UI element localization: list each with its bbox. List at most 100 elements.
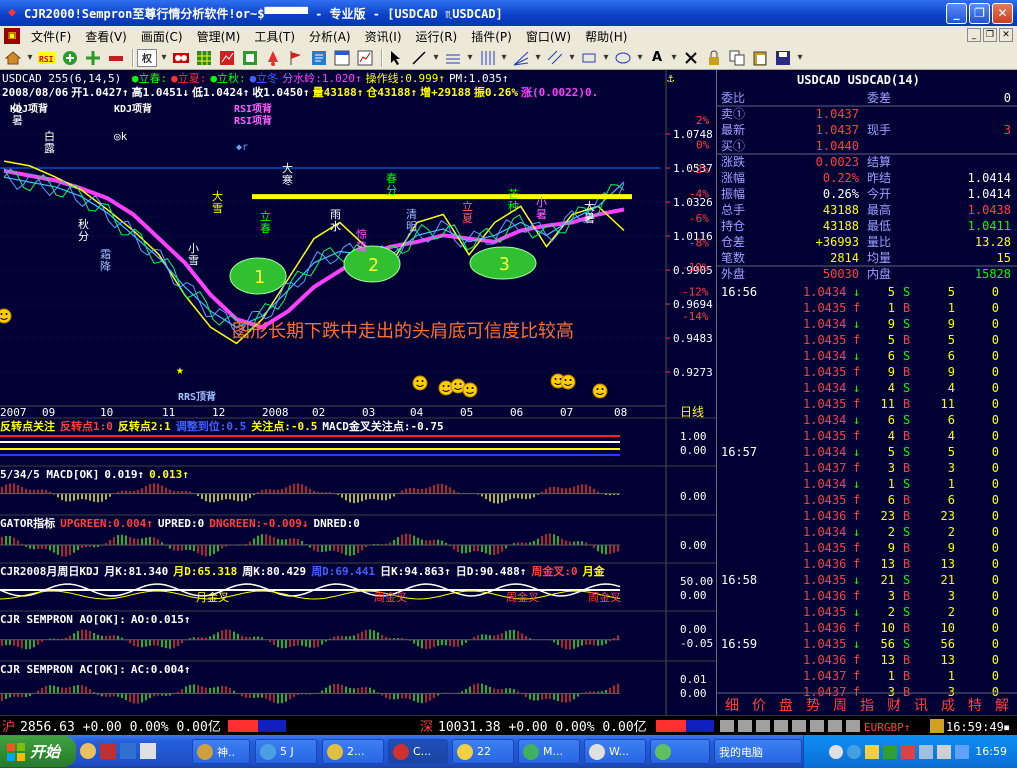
menu-file[interactable]: 文件(F) xyxy=(24,28,78,45)
quick-launch-icon-2[interactable] xyxy=(100,743,116,759)
home-icon[interactable] xyxy=(3,49,23,67)
tick-row[interactable]: 16:59 1.0435 ↓ 56 S 56 0 xyxy=(721,637,999,651)
task-button-1[interactable]: 神.. xyxy=(192,739,250,764)
mdi-minimize-icon[interactable]: _ xyxy=(967,28,981,42)
task-button-6[interactable]: M... xyxy=(518,739,580,764)
quote-tab-6[interactable]: 财 xyxy=(887,698,901,714)
dropdown-arrow-icon[interactable]: ▾ xyxy=(602,49,610,67)
tick-row[interactable]: 1.0435 f 1 B 1 0 xyxy=(803,301,999,315)
dropdown-arrow-icon[interactable]: ▾ xyxy=(534,49,542,67)
tick-row[interactable]: 1.0436 f 13 B 13 0 xyxy=(803,557,999,571)
lock-icon[interactable] xyxy=(704,49,724,67)
tick-row[interactable]: 1.0435 f 6 B 6 0 xyxy=(803,493,999,507)
tick-row[interactable]: 1.0436 f 3 B 3 0 xyxy=(803,589,999,603)
draw-line-icon[interactable] xyxy=(409,49,429,67)
zoom-out-icon[interactable] xyxy=(106,49,126,67)
cursor-arrow-icon[interactable] xyxy=(386,49,406,67)
anchor-icon[interactable]: ⚓ xyxy=(667,71,675,85)
rsi-icon[interactable]: RSI xyxy=(37,49,57,67)
menu-plugins[interactable]: 插件(P) xyxy=(464,28,519,45)
tick-row[interactable]: 1.0435 ↓ 2 S 2 0 xyxy=(803,605,999,619)
tick-row[interactable]: 1.0436 f 13 B 13 0 xyxy=(803,653,999,667)
sub-panels[interactable]: 反转点关注 反转点1:0 反转点2:1 调整到位:0.5 关注点:-0.5 MACD金叉关… xyxy=(0,417,716,704)
status-alert-icon[interactable] xyxy=(930,719,944,733)
dropdown-arrow-icon[interactable]: ▾ xyxy=(568,49,576,67)
quote-tab-3[interactable]: 势 xyxy=(806,698,820,714)
period-label[interactable]: 日线 xyxy=(680,405,704,419)
tick-row[interactable]: 1.0436 f 10 B 10 0 xyxy=(803,621,999,635)
tick-row[interactable]: 1.0435 f 9 B 9 0 xyxy=(803,541,999,555)
quote-tab-9[interactable]: 特 xyxy=(968,698,982,714)
tick-row[interactable]: 1.0437 f 3 B 3 0 xyxy=(803,685,999,699)
title-bar[interactable]: ◆ CJR2000!Sempron至尊行情分析软件!or~$▀▀▀▀▀▀ - 专… xyxy=(0,0,1017,26)
resize-grip-icon[interactable]: ▪ xyxy=(1003,720,1010,734)
menu-run[interactable]: 运行(R) xyxy=(409,28,465,45)
tick-row[interactable]: 1.0436 f 23 B 23 0 xyxy=(803,509,999,523)
chart-svg[interactable]: USDCAD 255(6,14,5) ●立春: ●立夏: ●立秋: ●立冬 分水岭:1.… xyxy=(0,70,716,715)
chart-area[interactable]: USDCAD 255(6,14,5) ●立春: ●立夏: ●立秋: ●立冬 分水岭:1.… xyxy=(0,70,716,715)
close-button[interactable]: ✕ xyxy=(992,3,1013,24)
quote-tab-0[interactable]: 细 xyxy=(725,698,739,714)
tray-icon-2[interactable] xyxy=(847,744,862,759)
grid-icon[interactable] xyxy=(194,49,214,67)
task-button-7[interactable]: W... xyxy=(584,739,646,764)
sub-panel-p6[interactable]: CJR SEMPRON AC[OK]: AC:0.004↑ 0.010.00 xyxy=(0,660,716,704)
task-button-2[interactable]: 5 J xyxy=(255,739,317,764)
task-button-my-computer[interactable]: 我的电脑 xyxy=(714,739,802,764)
info-icon[interactable] xyxy=(309,49,329,67)
tray-icon-3[interactable] xyxy=(865,744,880,759)
tick-row[interactable]: 1.0435 f 5 B 5 0 xyxy=(803,333,999,347)
dropdown-arrow-icon[interactable]: ▾ xyxy=(796,49,804,67)
minimize-button[interactable]: _ xyxy=(946,3,967,24)
sub-panel-p4[interactable]: CJR2008月周日KDJ 月K:81.340 月D:65.318 周K:80.429… xyxy=(0,562,716,604)
pair-ticker[interactable]: EURGBP↑ xyxy=(864,721,910,734)
tick-row[interactable]: 16:56 1.0434 ↓ 5 S 5 0 xyxy=(721,285,999,299)
menu-info[interactable]: 资讯(I) xyxy=(358,28,409,45)
menu-analysis[interactable]: 分析(A) xyxy=(302,28,358,45)
sub-panel-p3[interactable]: GATOR指标 UPGREEN:0.004↑ UPRED:0 DNGREEN:-0.0… xyxy=(0,514,716,557)
rights-button[interactable]: 权 xyxy=(137,48,157,67)
dropdown-arrow-icon[interactable]: ▾ xyxy=(432,49,440,67)
quote-tabs[interactable]: 细价盘势周指财讯成特解 xyxy=(717,692,1017,714)
panel-icon[interactable] xyxy=(240,49,260,67)
dropdown-arrow-icon[interactable]: ▾ xyxy=(26,49,34,67)
dropdown-arrow-icon[interactable]: ▾ xyxy=(670,49,678,67)
alarm-icon[interactable] xyxy=(263,49,283,67)
channel-icon[interactable] xyxy=(545,49,565,67)
sub-panel-p2[interactable]: 5/34/5 MACD[OK] 0.019↑ 0.013↑ 0.00 xyxy=(0,465,716,504)
mdi-restore-icon[interactable]: ❐ xyxy=(983,28,997,42)
quote-tab-2[interactable]: 盘 xyxy=(779,697,793,714)
quote-tab-7[interactable]: 讯 xyxy=(914,698,928,714)
menu-window[interactable]: 窗口(W) xyxy=(519,28,578,45)
dropdown-arrow-icon[interactable]: ▾ xyxy=(500,49,508,67)
tray-icon-6[interactable] xyxy=(919,744,934,759)
horizontal-line-icon[interactable] xyxy=(443,49,463,67)
main-plot[interactable]: 12 3图形长期下跌中走出的头肩底可信度比较高KDJ项背 KDJ项背 RSI项背RSI… xyxy=(0,102,668,403)
tray-icon-4[interactable] xyxy=(883,744,898,759)
flag-icon[interactable] xyxy=(286,49,306,67)
quote-tab-10[interactable]: 解 xyxy=(995,698,1009,714)
quote-tab-1[interactable]: 价 xyxy=(752,698,766,714)
fan-lines-icon[interactable] xyxy=(511,49,531,67)
task-button-3[interactable]: 2... xyxy=(322,739,384,764)
rectangle-icon[interactable] xyxy=(579,49,599,67)
tick-row[interactable]: 1.0437 f 1 B 1 0 xyxy=(803,669,999,683)
sub-panel-p5[interactable]: CJR SEMPRON AO[OK]: AO:0.015↑ 0.00-0.05 xyxy=(0,610,716,650)
dropdown-arrow-icon[interactable]: ▾ xyxy=(466,49,474,67)
sh-index-label[interactable]: 沪 xyxy=(2,719,15,735)
paste-icon[interactable] xyxy=(750,49,770,67)
quote-tab-5[interactable]: 指 xyxy=(860,698,874,714)
quote-tab-8[interactable]: 成 xyxy=(941,698,955,714)
zoom-in-icon[interactable] xyxy=(60,49,80,67)
menu-tools[interactable]: 工具(T) xyxy=(247,28,302,45)
tick-row[interactable]: 1.0434 ↓ 1 S 1 0 xyxy=(803,477,999,491)
menu-manage[interactable]: 管理(M) xyxy=(190,28,248,45)
text-tool-icon[interactable]: A xyxy=(647,49,667,67)
move-cross-icon[interactable] xyxy=(83,49,103,67)
tick-row[interactable]: 1.0434 ↓ 6 S 6 0 xyxy=(803,413,999,427)
mdi-close-icon[interactable]: ✕ xyxy=(999,28,1013,42)
quick-launch-icon-4[interactable] xyxy=(140,743,156,759)
delete-icon[interactable] xyxy=(681,49,701,67)
tick-row[interactable]: 1.0435 f 11 B 11 0 xyxy=(803,397,999,411)
quick-launch-icon-3[interactable] xyxy=(120,743,136,759)
